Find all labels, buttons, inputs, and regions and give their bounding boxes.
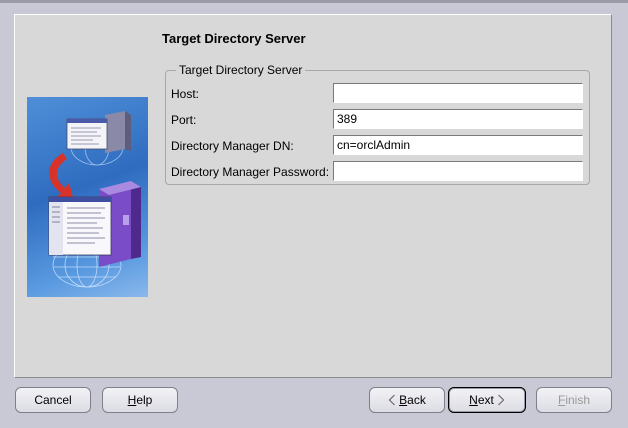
- next-label: ext: [477, 393, 494, 407]
- help-label: elp: [136, 393, 153, 407]
- chevron-right-icon: [497, 394, 505, 406]
- directory-manager-dn-label: Directory Manager DN:: [171, 139, 294, 153]
- host-input[interactable]: [333, 83, 583, 103]
- cancel-button[interactable]: Cancel: [15, 387, 91, 413]
- next-button-label-row: Next: [469, 393, 505, 407]
- finish-button[interactable]: Finish: [536, 387, 612, 413]
- help-button[interactable]: Help: [102, 387, 178, 413]
- back-label: ack: [407, 393, 426, 407]
- target-directory-server-group: Target Directory Server Host: Port: Dire…: [165, 63, 590, 185]
- port-input[interactable]: [333, 109, 583, 129]
- host-label: Host:: [171, 87, 200, 101]
- window-top-edge: [0, 0, 628, 3]
- finish-label: inish: [565, 393, 591, 407]
- page-title: Target Directory Server: [162, 31, 306, 46]
- help-button-label-row: Help: [128, 393, 153, 407]
- directory-migration-icon: [48, 111, 141, 288]
- wizard-content-panel: Target Directory Server Target Directory…: [14, 14, 612, 378]
- next-button[interactable]: Next: [448, 387, 526, 413]
- finish-button-label-row: Finish: [558, 393, 590, 407]
- directory-manager-dn-input[interactable]: [333, 135, 583, 155]
- directory-manager-password-input[interactable]: [333, 161, 583, 181]
- back-button[interactable]: Back: [369, 387, 445, 413]
- next-mnemonic: N: [469, 393, 478, 407]
- back-button-label-row: Back: [388, 393, 426, 407]
- chevron-left-icon: [388, 394, 396, 406]
- cancel-button-label: Cancel: [34, 393, 72, 407]
- directory-manager-password-label: Directory Manager Password:: [171, 165, 330, 179]
- back-mnemonic: B: [399, 393, 408, 407]
- group-legend: Target Directory Server: [176, 63, 306, 77]
- port-label: Port:: [171, 113, 197, 127]
- wizard-illustration: [27, 97, 148, 297]
